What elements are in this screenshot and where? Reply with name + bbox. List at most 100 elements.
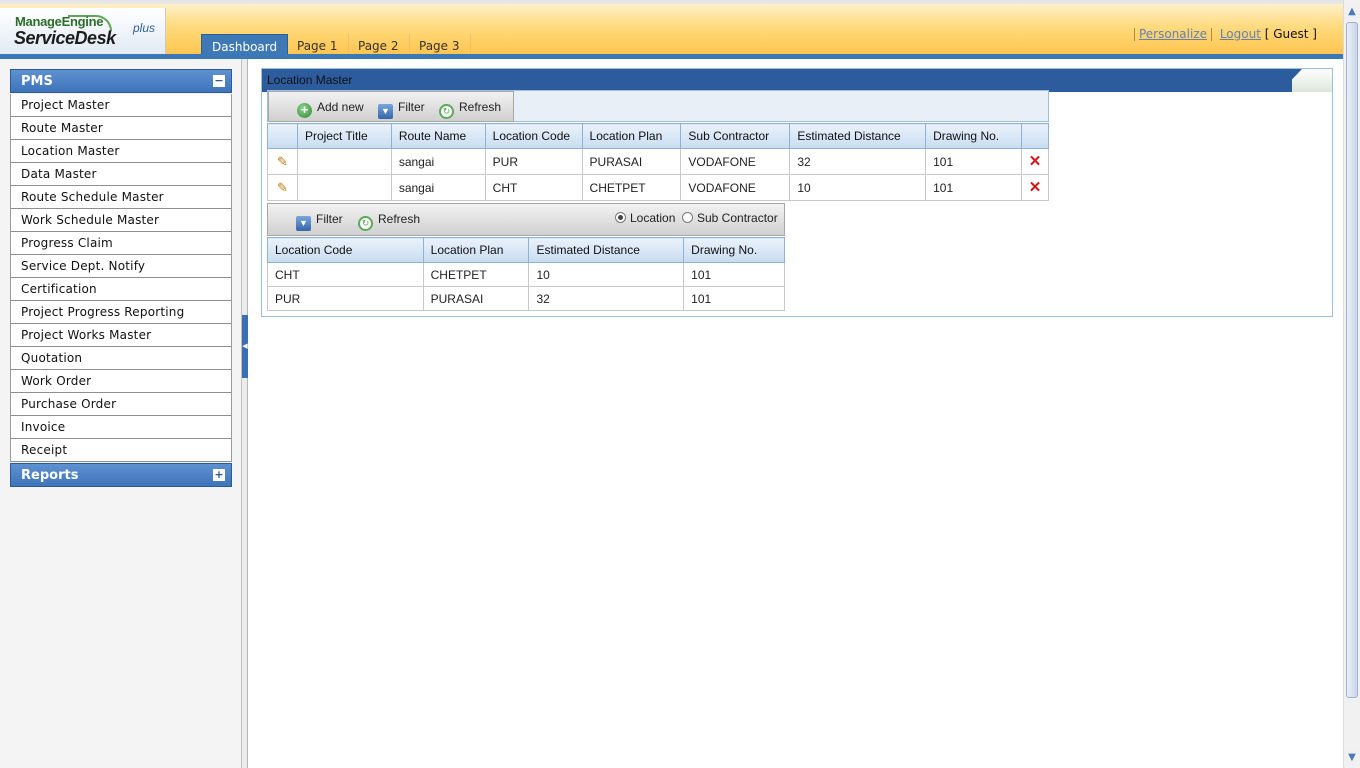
- delete-cell[interactable]: ✕: [1020, 148, 1050, 175]
- table-row[interactable]: ✎ sangai PUR PURASAI VODAFONE 32 101 ✕: [267, 148, 1050, 175]
- pencil-icon[interactable]: ✎: [275, 180, 289, 195]
- logo-plus-text: plus: [133, 21, 156, 35]
- main-toolbar: + Add new ▼ Filter ↻ Refresh: [268, 91, 514, 122]
- refresh-button[interactable]: ↻ Refresh: [439, 92, 501, 123]
- servicedesk-logo[interactable]: ManageEngine ServiceDesk plus: [0, 8, 166, 58]
- sidebar-item-certification[interactable]: Certification: [11, 278, 231, 301]
- table-row[interactable]: CHT CHETPET 10 101: [267, 262, 785, 287]
- delete-x-icon[interactable]: ✕: [1029, 180, 1042, 195]
- column-header-drawing-no[interactable]: Drawing No.: [925, 123, 1022, 149]
- sidebar-item-route-schedule-master[interactable]: Route Schedule Master: [11, 186, 231, 209]
- cell-location-plan: CHETPET: [422, 262, 530, 287]
- panel-titlebar: [262, 69, 1332, 92]
- sidebar-item-route-master[interactable]: Route Master: [11, 117, 231, 140]
- logo-product-text: ServiceDesk: [14, 28, 116, 48]
- user-label: [ Guest ]: [1264, 27, 1317, 41]
- top-links: Personalize Logout [ Guest ]: [1130, 27, 1317, 41]
- table-row[interactable]: PUR PURASAI 32 101: [267, 286, 785, 311]
- cell-sub-contractor: VODAFONE: [680, 174, 791, 201]
- column-header-project-title[interactable]: Project Title: [296, 123, 392, 149]
- separator: [1211, 28, 1212, 41]
- titlebar-fill: [262, 69, 1292, 92]
- table-header-row: Location Code Location Plan Estimated Di…: [267, 237, 785, 263]
- sidebar-splitter[interactable]: [242, 59, 248, 768]
- collapse-icon[interactable]: −: [213, 75, 225, 87]
- add-new-label: Add new: [317, 100, 364, 114]
- column-header-estimated-distance[interactable]: Estimated Distance: [528, 237, 685, 263]
- cell-location-code: PUR: [267, 286, 424, 311]
- cell-estimated-distance: 10: [789, 174, 927, 201]
- column-header-route-name[interactable]: Route Name: [390, 123, 486, 149]
- column-header-location-plan[interactable]: Location Plan: [422, 237, 530, 263]
- refresh-icon: ↻: [439, 104, 454, 119]
- personalize-link[interactable]: Personalize: [1139, 27, 1207, 41]
- sub-refresh-label: Refresh: [378, 212, 421, 226]
- refresh-label: Refresh: [459, 100, 502, 114]
- column-header-drawing-no[interactable]: Drawing No.: [683, 237, 785, 263]
- sidebar-item-work-order[interactable]: Work Order: [11, 370, 231, 393]
- sidebar-item-invoice[interactable]: Invoice: [11, 416, 231, 439]
- filter-label: Filter: [398, 100, 425, 114]
- sidebar-item-location-master[interactable]: Location Master: [11, 140, 231, 163]
- logo-brand-text: ManageEngine: [15, 14, 104, 29]
- cell-estimated-distance: 32: [789, 148, 927, 175]
- column-header-estimated-distance[interactable]: Estimated Distance: [789, 123, 927, 149]
- radio-location-label: Location: [630, 211, 676, 225]
- sidebar-item-data-master[interactable]: Data Master: [11, 163, 231, 186]
- sidebar-item-purchase-order[interactable]: Purchase Order: [11, 393, 231, 416]
- reports-section-header[interactable]: Reports +: [10, 463, 232, 487]
- cell-drawing-no: 101: [925, 174, 1022, 201]
- sub-filter-button[interactable]: ▼ Filter: [296, 204, 343, 235]
- sidebar-item-quotation[interactable]: Quotation: [11, 347, 231, 370]
- cell-location-code: CHT: [267, 262, 424, 287]
- scrollbar-thumb[interactable]: [1346, 22, 1358, 698]
- radio-sub-contractor[interactable]: Sub Contractor: [682, 203, 778, 234]
- sub-refresh-button[interactable]: ↻ Refresh: [358, 204, 420, 235]
- cell-location-plan: PURASAI: [581, 148, 682, 175]
- table-row[interactable]: ✎ sangai CHT CHETPET VODAFONE 10 101 ✕: [267, 174, 1050, 201]
- delete-cell[interactable]: ✕: [1020, 174, 1050, 201]
- delete-column-header: [1020, 123, 1050, 149]
- titlebar-slant: [1280, 69, 1302, 92]
- sidebar-item-project-master[interactable]: Project Master: [11, 94, 231, 117]
- sidebar-item-progress-claim[interactable]: Progress Claim: [11, 232, 231, 255]
- cell-route-name: sangai: [390, 174, 486, 201]
- panel-title: Location Master: [267, 73, 353, 87]
- sidebar-item-project-works-master[interactable]: Project Works Master: [11, 324, 231, 347]
- expand-icon[interactable]: +: [213, 469, 225, 481]
- logout-link[interactable]: Logout: [1220, 27, 1261, 41]
- radio-checked-icon[interactable]: [615, 212, 626, 223]
- column-header-sub-contractor[interactable]: Sub Contractor: [680, 123, 791, 149]
- filter-button[interactable]: ▼ Filter: [378, 92, 425, 123]
- vertical-scrollbar[interactable]: ▲ ▼: [1343, 0, 1360, 768]
- cell-location-code: CHT: [484, 174, 583, 201]
- column-header-location-code[interactable]: Location Code: [267, 237, 424, 263]
- sidebar-item-work-schedule-master[interactable]: Work Schedule Master: [11, 209, 231, 232]
- radio-location[interactable]: Location: [615, 203, 675, 234]
- cell-drawing-no: 101: [683, 286, 785, 311]
- add-new-button[interactable]: + Add new: [297, 92, 364, 123]
- cell-location-plan: CHETPET: [581, 174, 682, 201]
- separator: [1133, 28, 1135, 41]
- sub-filter-label: Filter: [316, 212, 343, 226]
- radio-unchecked-icon[interactable]: [682, 212, 693, 223]
- sidebar-item-project-progress-reporting[interactable]: Project Progress Reporting: [11, 301, 231, 324]
- pencil-icon[interactable]: ✎: [275, 154, 289, 169]
- column-header-location-code[interactable]: Location Code: [484, 123, 583, 149]
- filter-icon: ▼: [296, 216, 311, 231]
- pms-section-title: PMS: [21, 74, 53, 89]
- delete-x-icon[interactable]: ✕: [1029, 154, 1042, 169]
- location-summary-table: Location Code Location Plan Estimated Di…: [267, 237, 785, 311]
- edit-cell[interactable]: ✎: [267, 148, 298, 175]
- scroll-up-icon[interactable]: ▲: [1344, 4, 1360, 20]
- collapse-sidebar-handle[interactable]: ◀: [242, 315, 248, 378]
- sidebar-item-receipt[interactable]: Receipt: [11, 439, 231, 462]
- scroll-down-icon[interactable]: ▼: [1344, 750, 1360, 766]
- refresh-icon: ↻: [358, 216, 373, 231]
- cell-route-name: sangai: [390, 148, 486, 175]
- sidebar-item-service-dept-notify[interactable]: Service Dept. Notify: [11, 255, 231, 278]
- pms-section-header[interactable]: PMS −: [10, 69, 232, 93]
- edit-cell[interactable]: ✎: [267, 174, 298, 201]
- column-header-location-plan[interactable]: Location Plan: [581, 123, 682, 149]
- cell-project-title: [296, 174, 392, 201]
